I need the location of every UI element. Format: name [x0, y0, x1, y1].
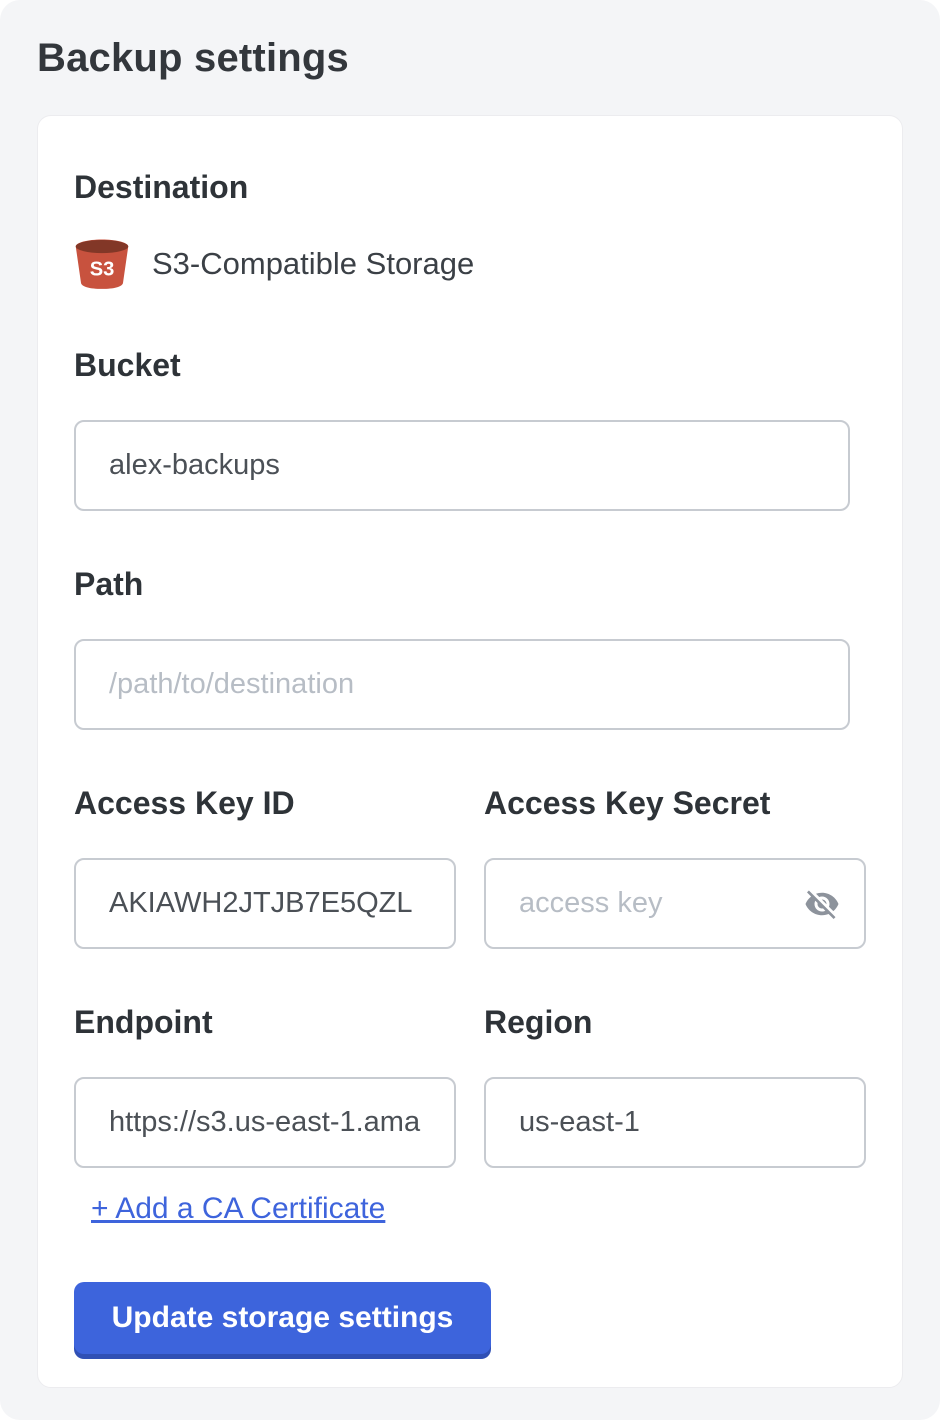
path-input[interactable]	[74, 639, 850, 730]
endpoint-region-inputs-row	[74, 1077, 866, 1168]
region-label: Region	[484, 1005, 866, 1039]
path-label: Path	[74, 567, 866, 601]
destination-value: S3-Compatible Storage	[152, 246, 474, 282]
svg-text:S3: S3	[90, 258, 115, 280]
bucket-input[interactable]	[74, 420, 850, 511]
destination-label: Destination	[74, 170, 866, 204]
access-key-id-input[interactable]	[74, 858, 456, 949]
bucket-label: Bucket	[74, 348, 866, 382]
endpoint-region-labels-row: Endpoint Region	[74, 1005, 866, 1039]
access-key-inputs-row	[74, 858, 866, 949]
update-storage-settings-button[interactable]: Update storage settings	[74, 1282, 491, 1354]
region-input[interactable]	[484, 1077, 866, 1168]
access-key-labels-row: Access Key ID Access Key Secret	[74, 786, 866, 820]
access-key-secret-field	[484, 858, 866, 949]
add-ca-certificate-link[interactable]: + Add a CA Certificate	[91, 1192, 385, 1226]
destination-value-row: S3 S3-Compatible Storage	[74, 236, 866, 292]
s3-bucket-icon: S3	[74, 238, 130, 290]
eye-off-icon[interactable]	[804, 886, 840, 922]
storage-settings-card: Destination S3 S3-Compatible Storage Buc…	[37, 115, 903, 1388]
endpoint-input[interactable]	[74, 1077, 456, 1168]
access-key-id-label: Access Key ID	[74, 786, 456, 820]
page-title: Backup settings	[37, 36, 903, 81]
backup-settings-page: Backup settings Destination S3 S3-Compat…	[0, 0, 940, 1420]
access-key-secret-label: Access Key Secret	[484, 786, 866, 820]
endpoint-label: Endpoint	[74, 1005, 456, 1039]
